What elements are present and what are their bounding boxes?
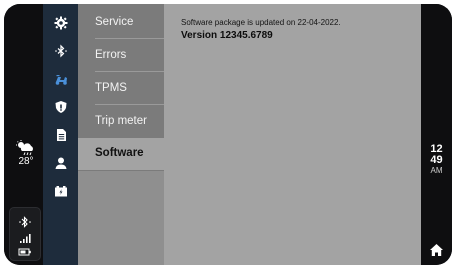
nav-profile[interactable] bbox=[43, 149, 78, 177]
nav-settings[interactable] bbox=[43, 9, 78, 37]
version-label: Version 12345.6789 bbox=[181, 30, 273, 41]
menu-item-label: Service bbox=[95, 16, 134, 28]
nav-bluetooth[interactable] bbox=[43, 37, 78, 65]
partly-cloudy-rain-icon bbox=[16, 140, 33, 156]
scooter-icon bbox=[55, 75, 67, 85]
nav-vehicle[interactable] bbox=[43, 65, 78, 93]
menu-divider bbox=[95, 71, 164, 72]
settings-icon bbox=[54, 16, 67, 30]
menu-item-tpms[interactable]: TPMS bbox=[78, 73, 164, 105]
nav-charging[interactable] bbox=[43, 177, 78, 205]
connectivity-status-box bbox=[9, 207, 41, 261]
menu-item-service[interactable]: Service bbox=[78, 7, 164, 39]
menu-item-trip-meter[interactable]: Trip meter bbox=[78, 106, 164, 138]
home-icon[interactable] bbox=[429, 243, 444, 257]
right-status-rail: 12 49 AM bbox=[421, 4, 452, 265]
left-status-rail: 28° bbox=[4, 4, 43, 265]
menu-divider bbox=[95, 38, 164, 39]
software-detail-panel: Software package is updated on 22-04-202… bbox=[164, 4, 421, 265]
user-icon bbox=[55, 157, 66, 169]
signal-icon bbox=[20, 234, 31, 243]
clock-minute: 49 bbox=[430, 154, 443, 166]
nav-documents[interactable] bbox=[43, 121, 78, 149]
temperature-label: 28° bbox=[18, 156, 34, 167]
menu-item-label: Software bbox=[95, 147, 144, 159]
weather-widget: 28° bbox=[12, 140, 40, 167]
menu-divider bbox=[95, 104, 164, 105]
update-note: Software package is updated on 22-04-202… bbox=[181, 18, 341, 27]
battery-charge-icon bbox=[54, 186, 67, 197]
document-icon bbox=[56, 129, 66, 141]
clock-ampm: AM bbox=[430, 166, 443, 175]
menu-empty-area bbox=[78, 171, 164, 265]
menu-item-errors[interactable]: Errors bbox=[78, 40, 164, 72]
menu-item-label: Trip meter bbox=[95, 115, 147, 127]
battery-icon bbox=[18, 248, 31, 256]
bluetooth-icon bbox=[54, 44, 67, 58]
menu-item-label: TPMS bbox=[95, 82, 127, 94]
menu-item-label: Errors bbox=[95, 49, 127, 61]
settings-menu: Service Errors TPMS Trip meter Software bbox=[78, 4, 164, 265]
dashboard-frame: 28° Service Errors TPMS Trip meter Softw… bbox=[4, 4, 452, 265]
menu-item-software[interactable]: Software bbox=[78, 138, 164, 170]
shield-icon bbox=[55, 101, 66, 113]
bluetooth-icon bbox=[19, 216, 31, 228]
nav-security[interactable] bbox=[43, 93, 78, 121]
icon-nav-bar bbox=[43, 4, 78, 265]
clock: 12 49 AM bbox=[421, 144, 452, 176]
device-screen: 28° Service Errors TPMS Trip meter Softw… bbox=[0, 0, 456, 269]
